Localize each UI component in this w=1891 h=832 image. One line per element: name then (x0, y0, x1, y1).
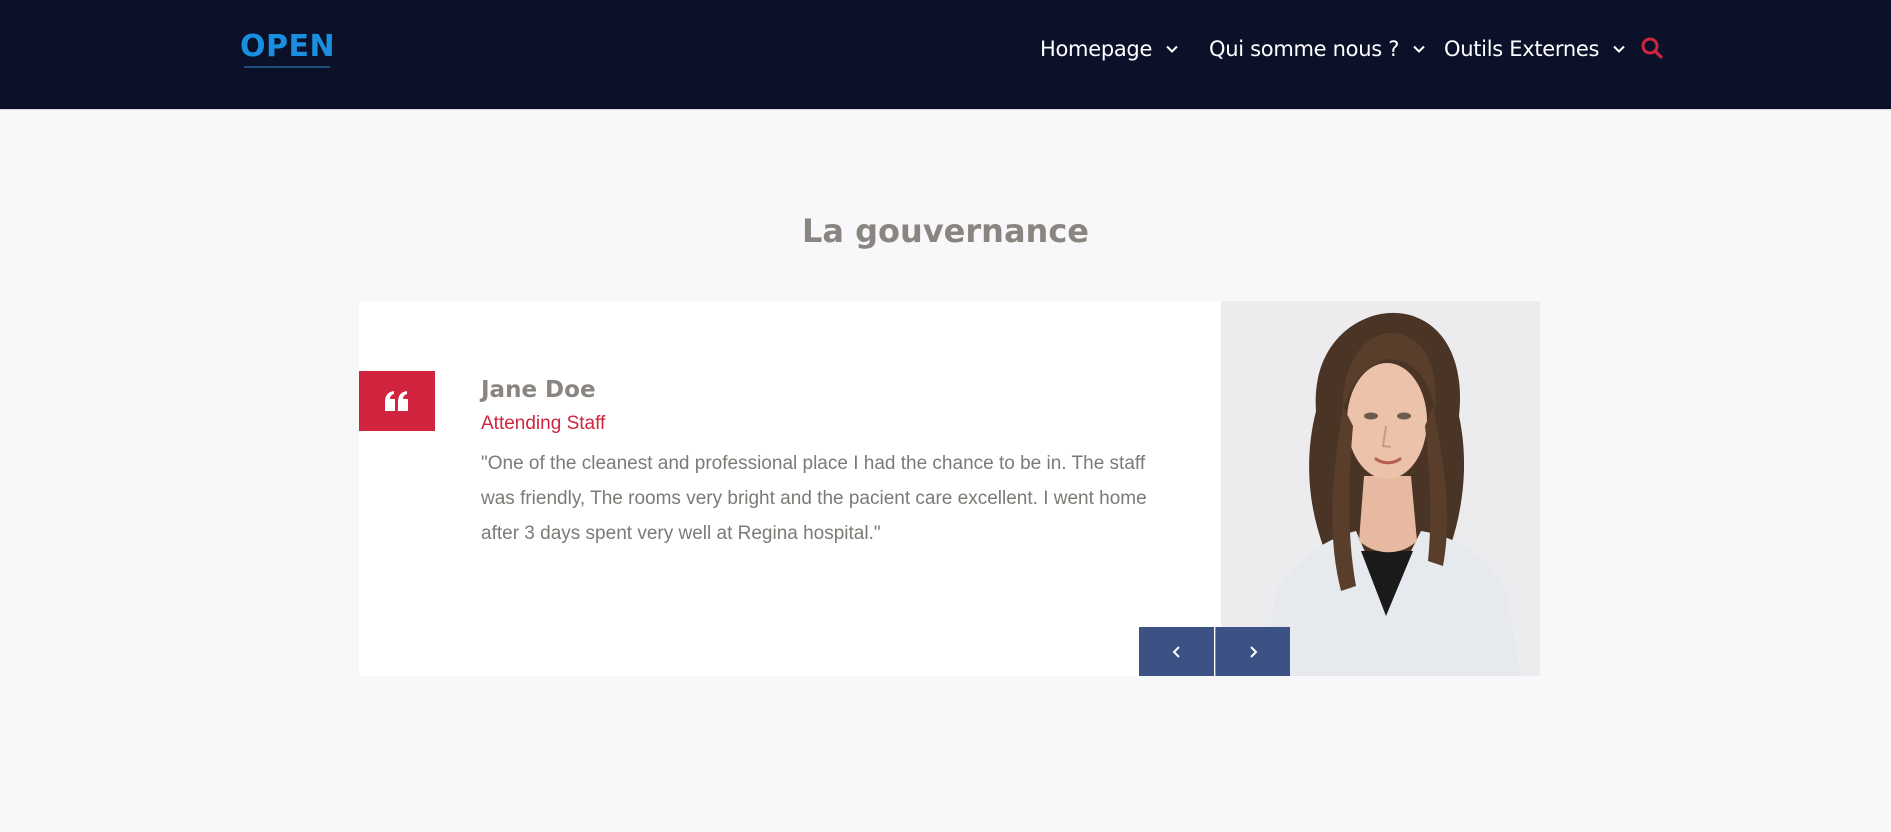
logo-tagline (244, 66, 330, 68)
main-nav: Homepage Qui somme nous ? Outils Externe… (0, 34, 1891, 64)
carousel-next-button[interactable] (1215, 627, 1290, 676)
nav-item-label: Qui somme nous ? (1209, 37, 1400, 61)
chevron-left-icon (1172, 645, 1180, 658)
testimonial-role: Attending Staff (481, 413, 606, 434)
site-header: OPEN Homepage Qui somme nous ? Outils Ex… (0, 0, 1891, 110)
testimonial-name: Jane Doe (481, 377, 596, 403)
section-title: La gouvernance (802, 212, 1089, 250)
person-portrait (1221, 301, 1540, 676)
carousel-prev-button[interactable] (1139, 627, 1214, 676)
testimonial-quote: "One of the cleanest and professional pl… (481, 453, 1147, 544)
nav-item-homepage[interactable]: Homepage (1040, 34, 1180, 64)
chevron-down-icon (1413, 45, 1425, 53)
nav-item-label: Homepage (1040, 37, 1153, 61)
chevron-down-icon (1166, 45, 1178, 53)
nav-item-outils-externes[interactable]: Outils Externes (1444, 34, 1627, 64)
testimonial-photo (1221, 301, 1540, 676)
chevron-down-icon (1613, 45, 1625, 53)
nav-item-label: Outils Externes (1444, 37, 1600, 61)
quote-icon (385, 391, 408, 411)
nav-item-qui-somme-nous[interactable]: Qui somme nous ? (1209, 34, 1427, 64)
search-icon[interactable] (1641, 37, 1663, 59)
quote-badge (359, 371, 435, 431)
chevron-right-icon (1250, 645, 1258, 658)
